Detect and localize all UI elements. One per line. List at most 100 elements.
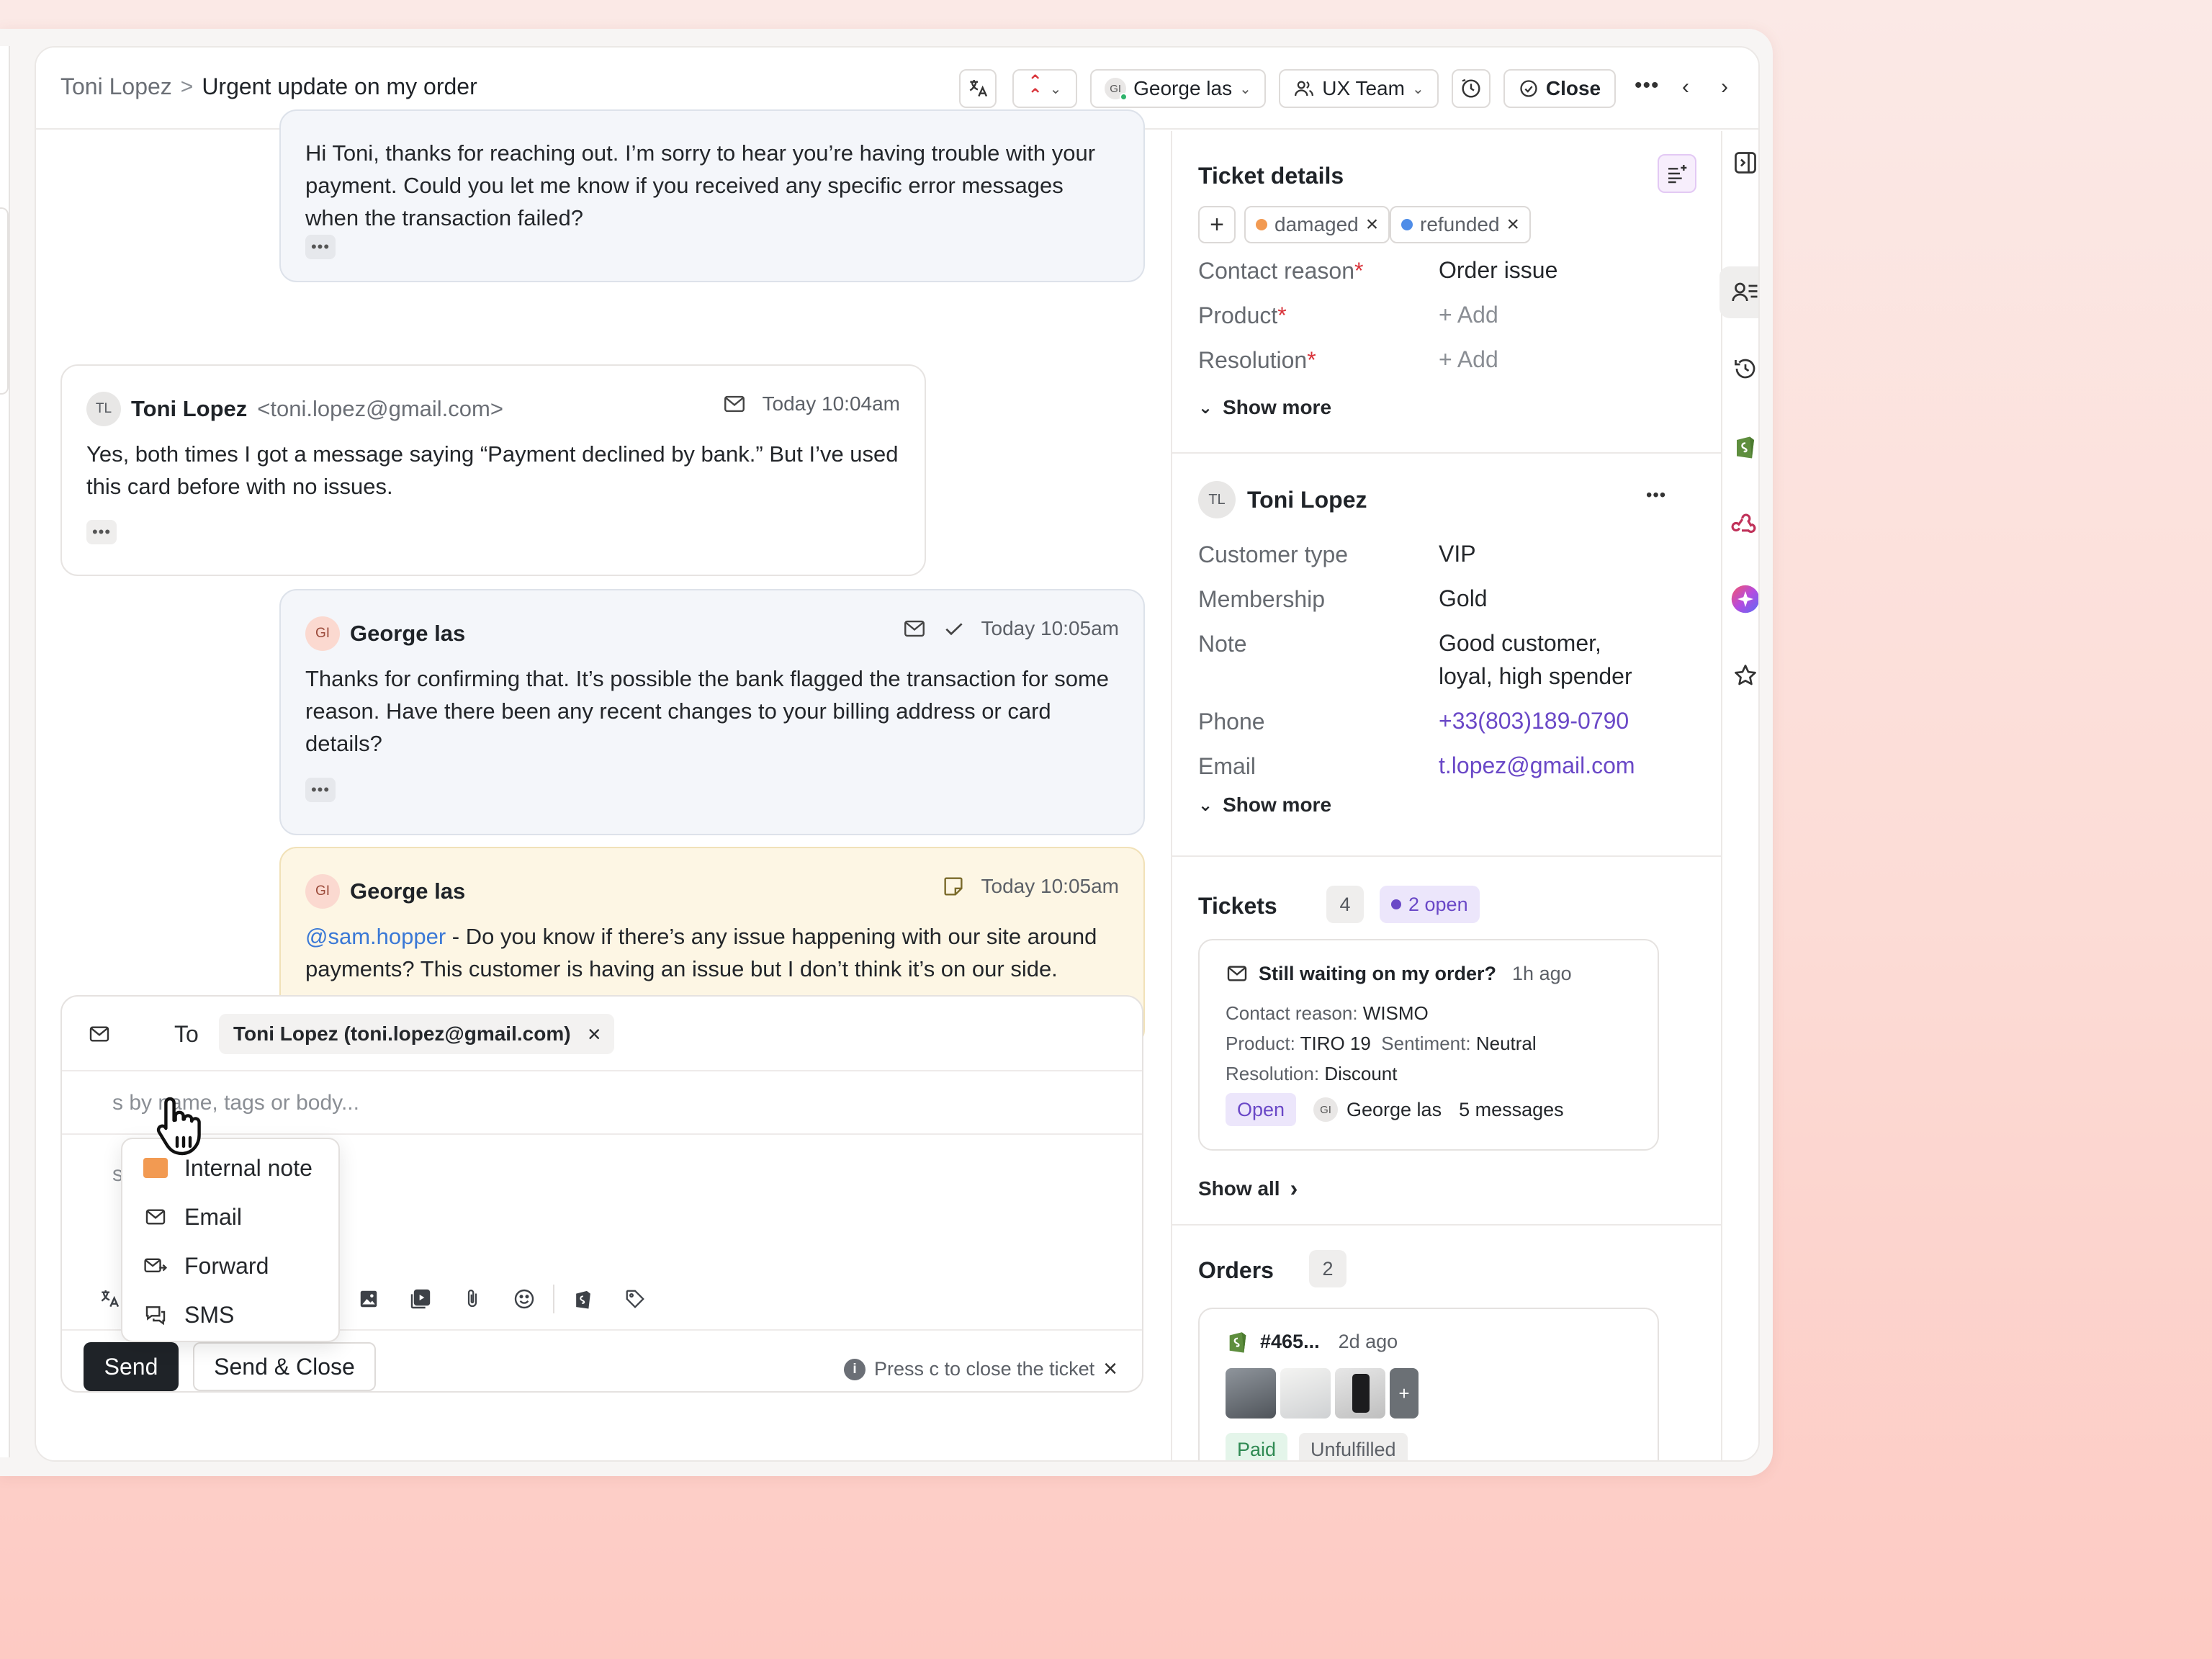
add-tag-button[interactable]: + [1198,206,1236,243]
remove-tag-icon[interactable]: × [1366,212,1379,237]
chevron-down-icon: ⌄ [1198,397,1213,418]
tag-label: damaged [1274,213,1359,235]
tag-chip-damaged[interactable]: damaged × [1244,206,1390,243]
tickets-section: Tickets 4 2 open Still waiting on my ord… [1172,857,1721,1226]
collapse-panel-button[interactable] [1719,137,1758,189]
forward-icon [143,1254,168,1277]
assignee-avatar: GI [1313,1097,1338,1122]
product-thumbnail-phone [1335,1368,1385,1419]
breadcrumb-customer-link[interactable]: Toni Lopez [60,73,172,100]
product-thumbnail-tshirt [1226,1368,1276,1419]
add-resolution-button[interactable]: + Add [1439,343,1498,376]
sender-name: Toni Lopez [131,396,248,421]
customer-phone-link[interactable]: +33(803)189-0790 [1439,704,1629,737]
message-body: Yes, both times I got a message saying “… [86,441,899,499]
dismiss-hint-icon[interactable]: × [1103,1355,1118,1383]
snooze-button[interactable] [1452,69,1491,108]
tag-chip-refunded[interactable]: refunded × [1390,206,1532,243]
menu-item-email[interactable]: Email [122,1192,338,1241]
video-icon[interactable] [395,1279,446,1319]
delivered-check-icon [945,623,963,636]
field-value-contact-reason[interactable]: Order issue [1439,253,1557,287]
expand-message-button[interactable]: ••• [305,235,336,259]
field-value-note[interactable]: Good customer, loyal, high spender [1439,626,1655,693]
add-product-button[interactable]: + Add [1439,298,1498,331]
order-card[interactable]: #465... 2d ago + Paid Unfulfilled [1198,1308,1659,1460]
check-circle-icon [1520,80,1537,97]
shopify-icon[interactable] [557,1279,609,1319]
customer-more-icon[interactable]: ••• [1646,485,1666,505]
attachment-icon[interactable] [446,1279,498,1319]
customer-info-tab[interactable] [1719,266,1758,318]
previous-ticket-icon[interactable]: ‹ [1682,75,1689,99]
team-name: UX Team [1322,77,1405,99]
menu-item-sms[interactable]: SMS [122,1290,338,1339]
message-meta: Today 10:05am [941,874,1119,899]
field-label-email: Email [1198,753,1256,779]
customer-name[interactable]: Toni Lopez [1247,487,1367,513]
fulfillment-status-badge: Unfulfilled [1299,1433,1408,1460]
send-and-close-button[interactable]: Send & Close [193,1342,376,1391]
history-tab[interactable] [1719,343,1758,395]
recipient-chip[interactable]: Toni Lopez (toni.lopez@gmail.com) × [219,1014,614,1054]
remove-recipient-icon[interactable]: × [588,1021,601,1048]
tag-icon[interactable] [609,1279,661,1319]
field-label-membership: Membership [1198,586,1326,612]
show-more-customer-fields[interactable]: ⌄ Show more [1198,793,1331,817]
image-icon[interactable] [343,1279,395,1319]
ticket-card-header: Still waiting on my order? 1h ago [1226,962,1572,985]
more-actions-icon[interactable]: ••• [1635,73,1660,98]
email-channel-icon [904,620,925,637]
translate-button[interactable] [959,69,997,108]
ticket-details-panel: Ticket details + damaged × refunded × Co… [1171,131,1721,1460]
ai-assistant-tab[interactable] [1719,573,1758,625]
show-more-ticket-fields[interactable]: ⌄ Show more [1198,396,1331,419]
email-channel-icon [1227,966,1247,981]
ai-fields-button[interactable] [1658,154,1696,193]
channel-selector-email-icon[interactable] [88,1022,111,1046]
priority-dropdown[interactable]: ⌃ ⌃ ⌄ [1012,69,1077,108]
info-icon: i [844,1358,866,1380]
message-body: Thanks for confirming that. It’s possibl… [305,666,1110,756]
message-header: TL Toni Lopez <toni.lopez@gmail.com> [86,392,503,426]
show-all-tickets-link[interactable]: Show all › [1198,1175,1298,1202]
right-rail [1719,131,1758,1460]
tickets-count-badge: 4 [1326,886,1364,923]
expand-message-button[interactable]: ••• [305,778,336,802]
user-mention-link[interactable]: @sam.hopper [305,924,446,949]
send-button[interactable]: Send [84,1342,179,1391]
chevron-down-icon: ⌄ [1198,795,1213,815]
ticket-title[interactable]: Urgent update on my order [202,73,477,100]
next-ticket-icon[interactable]: › [1721,75,1728,99]
open-tickets-badge[interactable]: 2 open [1380,886,1480,923]
status-dot [1391,899,1401,909]
customer-email-link[interactable]: t.lopez@gmail.com [1439,749,1635,782]
ticket-status-badge: Open [1226,1093,1297,1126]
message-body: @sam.hopper - Do you know if there’s any… [305,924,1097,981]
tag-color-dot [1256,219,1267,230]
field-value-customer-type: VIP [1439,541,1476,567]
assignee-dropdown[interactable]: GI George las ⌄ [1090,69,1266,108]
team-dropdown[interactable]: UX Team ⌄ [1279,69,1439,108]
webhooks-tab[interactable] [1719,497,1758,549]
macro-search-input[interactable] [112,1084,1048,1122]
remove-tag-icon[interactable]: × [1507,212,1520,237]
related-ticket-card[interactable]: Still waiting on my order? 1h ago Contac… [1198,939,1659,1151]
sender-name: George las [350,878,466,904]
chevron-down-icon: ⌄ [1239,81,1251,97]
menu-item-forward[interactable]: Forward [122,1241,338,1290]
favorites-tab[interactable] [1719,649,1758,701]
expand-message-button[interactable]: ••• [86,520,117,544]
to-label: To [174,1021,199,1047]
shopify-tab[interactable] [1719,421,1758,472]
more-products-icon[interactable]: + [1390,1368,1419,1419]
close-ticket-button[interactable]: Close [1503,69,1616,108]
emoji-icon[interactable] [498,1279,550,1319]
macro-search-row [62,1071,1142,1135]
ticket-card-fields: Contact reason: WISMO Product: TIRO 19 S… [1226,1002,1537,1084]
email-icon [143,1205,168,1228]
orders-section: Orders 2 #465... 2d ago + Paid Unfulfill… [1172,1226,1721,1460]
tag-color-dot [1401,219,1413,230]
ticket-assignee: George las [1346,1098,1442,1120]
composer-recipient-row: To Toni Lopez (toni.lopez@gmail.com) × [62,997,1142,1071]
